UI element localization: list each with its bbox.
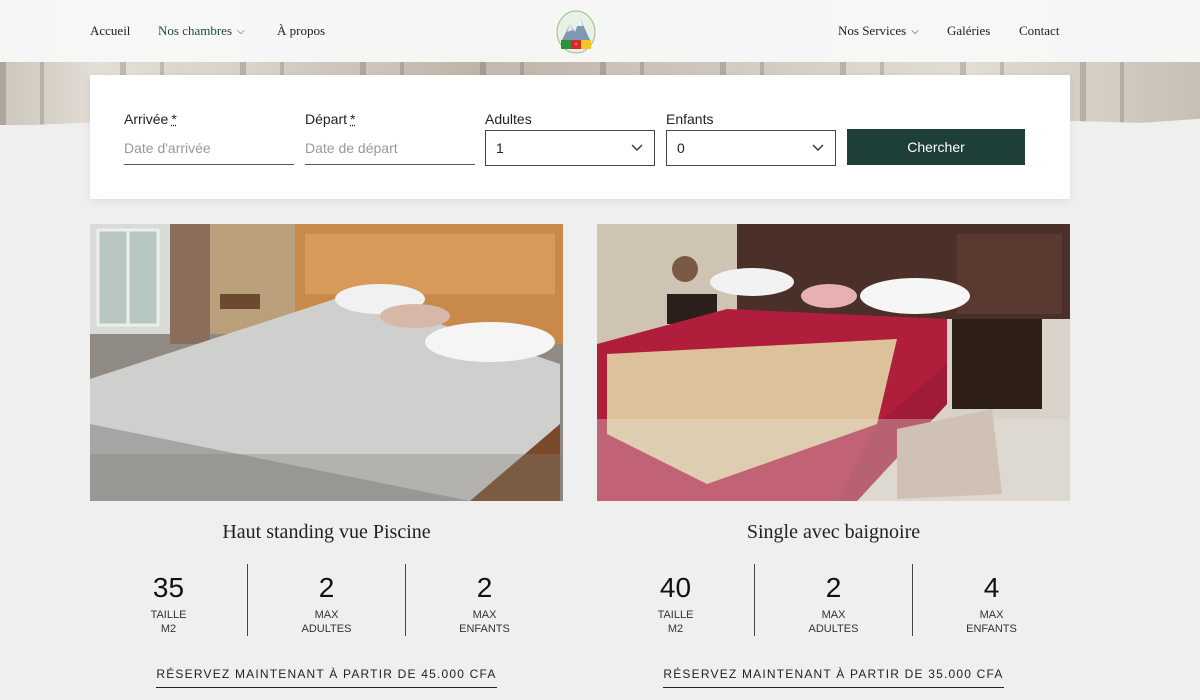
nav-nos-services[interactable]: Nos Services ⌵ [838, 23, 919, 39]
stat-label-line1: MAX [979, 609, 1004, 621]
children-select-value: 0 [677, 140, 685, 156]
stat-size: 40 TAILLE M2 [597, 564, 754, 636]
room-card: Haut standing vue Piscine 35 TAILLE M2 2 … [90, 224, 563, 688]
stat-label-line2: ENFANTS [966, 623, 1017, 635]
stat-label: TAILLE M2 [90, 608, 247, 636]
nav-nos-chambres[interactable]: Nos chambres ⌵ [158, 23, 245, 39]
arrival-date-input[interactable] [124, 131, 294, 165]
room-title: Single avec baignoire [746, 521, 921, 543]
stat-label-line1: TAILLE [150, 609, 187, 621]
chevron-down-icon: ⌵ [911, 26, 919, 37]
stat-value: 2 [476, 572, 493, 603]
stat-label-line1: MAX [821, 609, 846, 621]
reserve-link-wrap: RÉSERVEZ MAINTENANT À PARTIR DE 45.000 C… [90, 665, 563, 688]
stat-label-line2: M2 [667, 623, 684, 635]
required-mark: * [350, 111, 356, 127]
room-card: Single avec baignoire 40 TAILLE M2 2 MAX A… [597, 224, 1070, 688]
booking-search-card: Arrivée* Départ* Adultes 1 Enfants 0 Che… [90, 75, 1070, 199]
nav-nos-services-label: Nos Services [838, 23, 907, 38]
chevron-down-icon [631, 144, 643, 151]
stat-label-line2: ADULTES [301, 623, 352, 635]
departure-label-text: Départ [305, 111, 348, 127]
adults-select-value: 1 [496, 140, 504, 156]
stat-label-line2: M2 [160, 623, 177, 635]
reserve-link-wrap: RÉSERVEZ MAINTENANT À PARTIR DE 35.000 C… [597, 665, 1070, 688]
mountain-flag-logo-icon [556, 10, 596, 54]
stat-label: MAX ENFANTS [406, 608, 563, 636]
children-label: Enfants [666, 111, 714, 127]
stat-label: MAX ADULTES [248, 608, 405, 636]
room-title: Haut standing vue Piscine [222, 521, 431, 543]
stat-adults: 2 MAX ADULTES [755, 564, 912, 636]
nav-accueil[interactable]: Accueil [90, 23, 130, 39]
adults-select[interactable]: 1 [485, 130, 655, 166]
stat-value: 2 [825, 572, 842, 603]
chevron-down-icon: ⌵ [237, 26, 245, 37]
stat-value: 4 [983, 572, 1000, 603]
stat-value: 2 [318, 572, 335, 603]
room-stats: 35 TAILLE M2 2 MAX ADULTES 2 MAX ENFANTS [90, 564, 563, 636]
reserve-link[interactable]: RÉSERVEZ MAINTENANT À PARTIR DE 45.000 C… [156, 667, 497, 688]
stat-label: MAX ADULTES [755, 608, 912, 636]
children-select[interactable]: 0 [666, 130, 836, 166]
room-photo[interactable] [597, 224, 1070, 501]
stat-value: 35 [152, 572, 185, 603]
nav-nos-chambres-label: Nos chambres [158, 23, 233, 38]
reserve-link[interactable]: RÉSERVEZ MAINTENANT À PARTIR DE 35.000 C… [663, 667, 1004, 688]
logo[interactable] [556, 10, 596, 54]
required-mark: * [171, 111, 177, 127]
main-nav: Accueil Nos chambres ⌵ À propos Nos Servi… [0, 0, 1200, 62]
stat-label-line1: MAX [472, 609, 497, 621]
room-stats: 40 TAILLE M2 2 MAX ADULTES 4 MAX ENFANTS [597, 564, 1070, 636]
search-button[interactable]: Chercher [847, 129, 1025, 165]
stat-label-line1: MAX [314, 609, 339, 621]
stat-children: 2 MAX ENFANTS [406, 564, 563, 636]
stat-label-line2: ADULTES [808, 623, 859, 635]
stat-children: 4 MAX ENFANTS [913, 564, 1070, 636]
stat-value: 40 [659, 572, 692, 603]
stat-label-line2: ENFANTS [459, 623, 510, 635]
stat-label: MAX ENFANTS [913, 608, 1070, 636]
stat-label-line1: TAILLE [657, 609, 694, 621]
departure-date-input[interactable] [305, 131, 475, 165]
room-photo[interactable] [90, 224, 563, 501]
nav-a-propos[interactable]: À propos [277, 23, 325, 39]
nav-contact[interactable]: Contact [1019, 23, 1059, 39]
chevron-down-icon [812, 144, 824, 151]
room-photo-image [597, 224, 1070, 501]
arrival-label: Arrivée * [124, 111, 177, 127]
stat-size: 35 TAILLE M2 [90, 564, 247, 636]
stat-label: TAILLE M2 [597, 608, 754, 636]
departure-label: Départ * [305, 111, 355, 127]
room-photo-image [90, 224, 563, 501]
adults-label: Adultes [485, 111, 532, 127]
arrival-label-text: Arrivée [124, 111, 169, 127]
nav-galeries[interactable]: Galéries [947, 23, 990, 39]
stat-adults: 2 MAX ADULTES [248, 564, 405, 636]
